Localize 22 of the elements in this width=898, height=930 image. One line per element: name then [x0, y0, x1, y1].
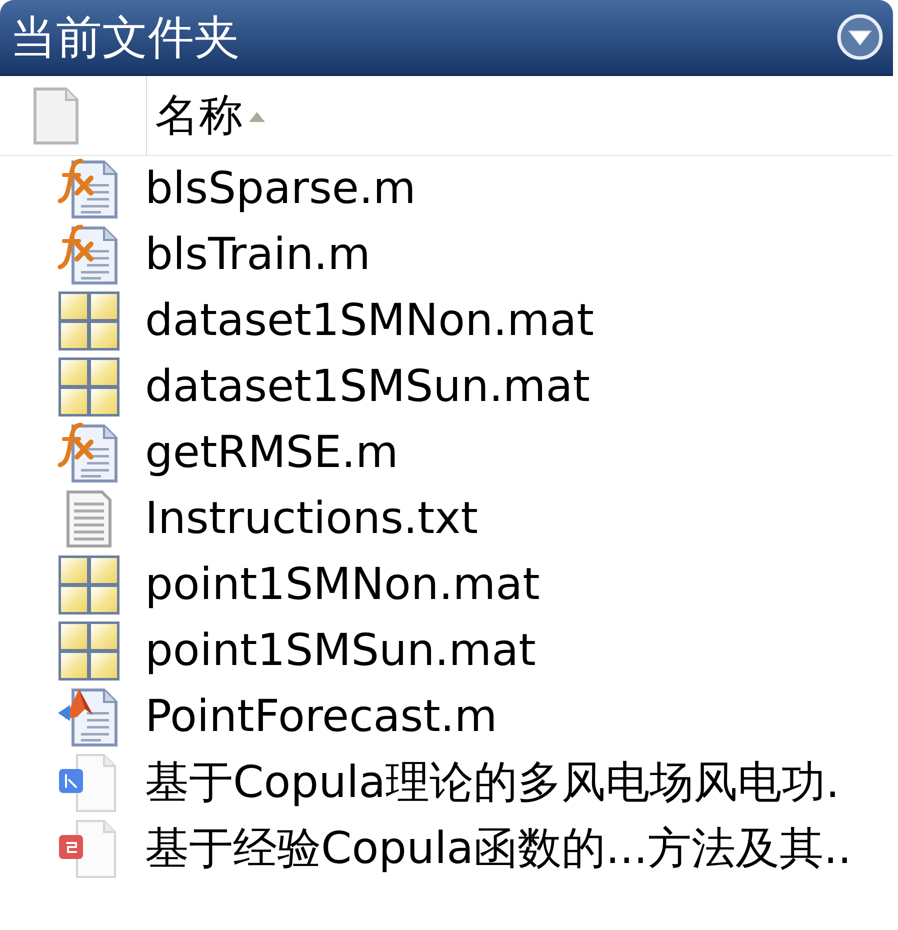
file-name[interactable]: 基于经验Copula函数的...方法及其.. [145, 827, 852, 871]
document-icon [57, 819, 117, 879]
panel-title: 当前文件夹 [10, 14, 240, 60]
blank-page-icon [32, 86, 80, 146]
file-name[interactable]: Instructions.txt [145, 497, 478, 541]
file-name[interactable]: PointForecast.m [145, 695, 498, 739]
file-name[interactable]: 基于Copula理论的多风电场风电功. [145, 761, 840, 805]
document-icon [57, 753, 117, 813]
file-name[interactable]: dataset1SMNon.mat [145, 299, 594, 343]
file-name[interactable]: point1SMSun.mat [145, 629, 536, 673]
text-file-icon [66, 490, 112, 548]
file-name[interactable]: getRMSE.m [145, 431, 398, 475]
data-grid-icon [57, 290, 121, 352]
data-grid-icon [57, 356, 121, 418]
file-name[interactable]: blsSparse.m [145, 167, 416, 211]
file-name[interactable]: blsTrain.m [145, 233, 370, 277]
file-name[interactable]: dataset1SMSun.mat [145, 365, 590, 409]
dropdown-menu-icon[interactable] [836, 13, 884, 61]
column-header[interactable]: 名称 [147, 76, 269, 155]
file-name[interactable]: point1SMNon.mat [145, 563, 540, 607]
data-grid-icon [57, 554, 121, 616]
data-grid-icon [57, 620, 121, 682]
